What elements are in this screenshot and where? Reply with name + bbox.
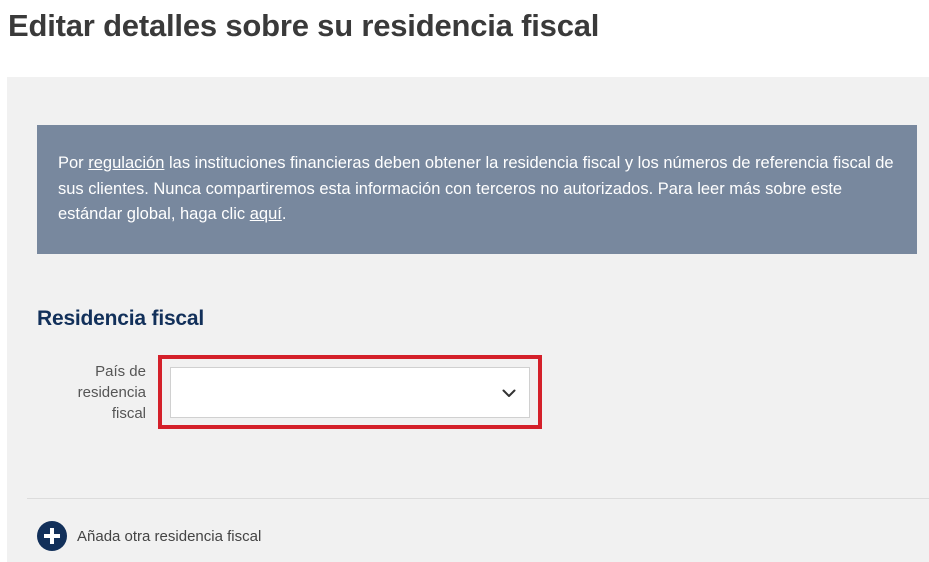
country-field-label: País de residencia fiscal — [77, 363, 146, 422]
section-title: Residencia fiscal — [37, 307, 205, 330]
form-panel: Por regulación las instituciones financi… — [7, 77, 929, 562]
divider — [27, 498, 929, 499]
country-select[interactable] — [170, 367, 530, 418]
info-notice: Por regulación las instituciones financi… — [37, 125, 917, 254]
plus-circle-icon[interactable] — [37, 521, 67, 551]
highlight-outline — [158, 355, 542, 429]
page: Editar detalles sobre su residencia fisc… — [0, 0, 929, 562]
regulation-link[interactable]: regulación — [88, 154, 164, 172]
add-tax-residence-button[interactable]: Añada otra residencia fiscal — [37, 521, 261, 551]
notice-text-middle: las instituciones financieras deben obte… — [58, 154, 894, 223]
notice-text-start: Por — [58, 154, 89, 172]
here-link[interactable]: aquí — [250, 205, 282, 223]
notice-text-end: . — [281, 205, 287, 223]
chevron-down-icon — [502, 389, 516, 397]
page-title: Editar detalles sobre su residencia fisc… — [8, 8, 600, 43]
add-tax-residence-label[interactable]: Añada otra residencia fiscal — [77, 528, 261, 545]
